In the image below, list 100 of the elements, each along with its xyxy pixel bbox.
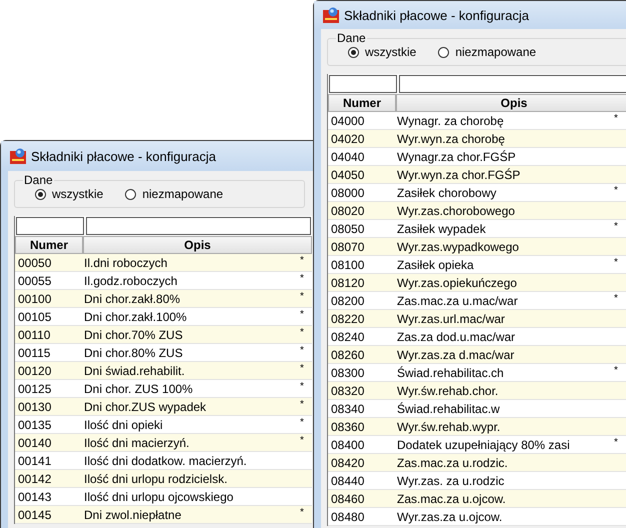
- table-row[interactable]: 08120 Wyr.zas.opiekuńczego: [328, 274, 626, 292]
- radio-option[interactable]: wszystkie: [35, 187, 104, 201]
- flag-mark: *: [614, 185, 618, 196]
- description-cell: Dni chor.80% ZUS: [84, 346, 183, 360]
- table-row[interactable]: 00050 Il.dni roboczych *: [15, 254, 312, 272]
- table-row[interactable]: 04040 Wynagr.za chor.FGŚP: [328, 148, 626, 166]
- number-cell: 00130: [18, 400, 52, 414]
- table-row[interactable]: 08070 Wyr.zas.wypadkowego: [328, 238, 626, 256]
- description-cell: Ilość dni macierzyń.: [84, 436, 190, 450]
- radio-option[interactable]: niezmapowane: [438, 45, 536, 59]
- description-cell: Wyr.zas.za u.ojcow.: [397, 510, 502, 524]
- table-row[interactable]: 04020 Wyr.wyn.za chorobę: [328, 130, 626, 148]
- description-cell: Wyr.św.rehab.chor.: [397, 384, 498, 398]
- description-cell: Wyr.zas.opiekuńczego: [397, 276, 517, 290]
- number-cell: 08460: [331, 492, 364, 506]
- table-row[interactable]: 00120 Dni świad.rehabilit. *: [15, 362, 312, 380]
- table-row[interactable]: 08220 Wyr.zas.url.mac/war: [328, 310, 626, 328]
- table-row[interactable]: 04000 Wynagr. za chorobę *: [328, 112, 626, 130]
- number-cell: 00120: [18, 364, 52, 378]
- number-cell: 00142: [18, 472, 52, 486]
- table-row[interactable]: 00142 Ilość dni urlopu rodzicielsk.: [15, 470, 312, 488]
- table-row[interactable]: 08460 Zas.mac.za u.ojcow.: [328, 490, 626, 508]
- table-row[interactable]: 08020 Wyr.zas.chorobowego: [328, 202, 626, 220]
- number-cell: 08420: [331, 456, 364, 470]
- number-cell: 08480: [331, 510, 364, 524]
- flag-mark: *: [300, 399, 304, 410]
- table-row[interactable]: 00140 Ilość dni macierzyń. *: [15, 434, 312, 452]
- description-cell: Dni chor.zakł.100%: [84, 310, 187, 324]
- table-row[interactable]: 08360 Wyr.św.rehab.wypr.: [328, 418, 626, 436]
- table-row[interactable]: 08200 Zas.mac.za u.mac/war *: [328, 292, 626, 310]
- flag-mark: *: [300, 255, 304, 266]
- number-cell: 00141: [18, 454, 52, 468]
- description-cell: Wynagr. za chorobę: [397, 114, 504, 128]
- column-header[interactable]: Opis: [396, 94, 626, 112]
- description-cell: Zas.mac.za u.ojcow.: [397, 492, 506, 506]
- number-cell: 08300: [331, 366, 364, 380]
- table-row[interactable]: 00130 Dni chor.ZUS wypadek *: [15, 398, 312, 416]
- table-row[interactable]: 08320 Wyr.św.rehab.chor.: [328, 382, 626, 400]
- description-cell: Wynagr.za chor.FGŚP: [397, 150, 516, 164]
- filter-field[interactable]: [399, 75, 626, 93]
- description-cell: Świad.rehabilitac.w: [397, 402, 500, 416]
- table-row[interactable]: 00135 Ilość dni opieki *: [15, 416, 312, 434]
- number-cell: 00140: [18, 436, 52, 450]
- number-cell: 00100: [18, 292, 52, 306]
- flag-mark: *: [300, 381, 304, 392]
- number-cell: 08200: [331, 294, 364, 308]
- number-cell: 04040: [331, 150, 364, 164]
- number-cell: 00145: [18, 508, 52, 522]
- table-row[interactable]: 08260 Wyr.zas.za d.mac/war: [328, 346, 626, 364]
- column-header[interactable]: Opis: [83, 236, 312, 254]
- description-cell: Il.godz.roboczych: [84, 274, 178, 288]
- radio-option[interactable]: wszystkie: [348, 45, 416, 59]
- number-cell: 08400: [331, 438, 364, 452]
- number-cell: 00143: [18, 490, 52, 504]
- description-cell: Zasiłek chorobowy: [397, 186, 496, 200]
- flag-mark: *: [614, 257, 618, 268]
- description-cell: Wyr.zas.wypadkowego: [397, 240, 519, 254]
- flag-mark: *: [300, 363, 304, 374]
- number-cell: 08120: [331, 276, 364, 290]
- window-title: Składniki płacowe - konfiguracja: [31, 148, 216, 164]
- table-row[interactable]: 08300 Świad.rehabilitac.ch *: [328, 364, 626, 382]
- group-label: Dane: [336, 31, 367, 45]
- table-row[interactable]: 08000 Zasiłek chorobowy *: [328, 184, 626, 202]
- table-row[interactable]: 00105 Dni chor.zakł.100% *: [15, 308, 312, 326]
- column-header[interactable]: Numer: [328, 94, 396, 112]
- description-cell: Zasiłek opieka: [397, 258, 474, 272]
- table-row[interactable]: 08340 Świad.rehabilitac.w: [328, 400, 626, 418]
- table-row[interactable]: 08420 Zas.mac.za u.rodzic.: [328, 454, 626, 472]
- flag-mark: *: [614, 437, 618, 448]
- description-cell: Wyr.zas.chorobowego: [397, 204, 515, 218]
- flag-mark: *: [300, 345, 304, 356]
- group-label: Dane: [23, 173, 54, 187]
- table-row[interactable]: 00125 Dni chor. ZUS 100% *: [15, 380, 312, 398]
- flag-mark: *: [614, 113, 618, 124]
- description-cell: Ilość dni urlopu ojcowskiego: [84, 490, 234, 504]
- number-cell: 08240: [331, 330, 364, 344]
- filter-field[interactable]: [86, 217, 311, 235]
- table-row[interactable]: 00145 Dni zwol.niepłatne *: [15, 506, 312, 524]
- description-cell: Wyr.zas.url.mac/war: [397, 312, 505, 326]
- table-row[interactable]: 08100 Zasiłek opieka *: [328, 256, 626, 274]
- flag-mark: *: [300, 291, 304, 302]
- filter-field[interactable]: [16, 217, 84, 235]
- table-row[interactable]: 08400 Dodatek uzupełniający 80% zasi *: [328, 436, 626, 454]
- filter-field[interactable]: [329, 75, 397, 93]
- radio-option[interactable]: niezmapowane: [125, 187, 224, 201]
- table-row[interactable]: 08050 Zasiłek wypadek *: [328, 220, 626, 238]
- table-row[interactable]: 00055 Il.godz.roboczych *: [15, 272, 312, 290]
- number-cell: 00135: [18, 418, 52, 432]
- number-cell: 08260: [331, 348, 364, 362]
- description-cell: Dodatek uzupełniający 80% zasi: [397, 438, 570, 452]
- table-row[interactable]: 04050 Wyr.wyn.za chor.FGŚP: [328, 166, 626, 184]
- flag-mark: *: [300, 273, 304, 284]
- table-row[interactable]: 00110 Dni chor.70% ZUS *: [15, 326, 312, 344]
- table-row[interactable]: 00115 Dni chor.80% ZUS *: [15, 344, 312, 362]
- flag-mark: *: [614, 293, 618, 304]
- app-icon: [323, 7, 339, 23]
- table-row[interactable]: 00100 Dni chor.zakł.80% *: [15, 290, 312, 308]
- column-header[interactable]: Numer: [15, 236, 83, 254]
- number-cell: 00050: [18, 256, 52, 270]
- number-cell: 00055: [18, 274, 52, 288]
